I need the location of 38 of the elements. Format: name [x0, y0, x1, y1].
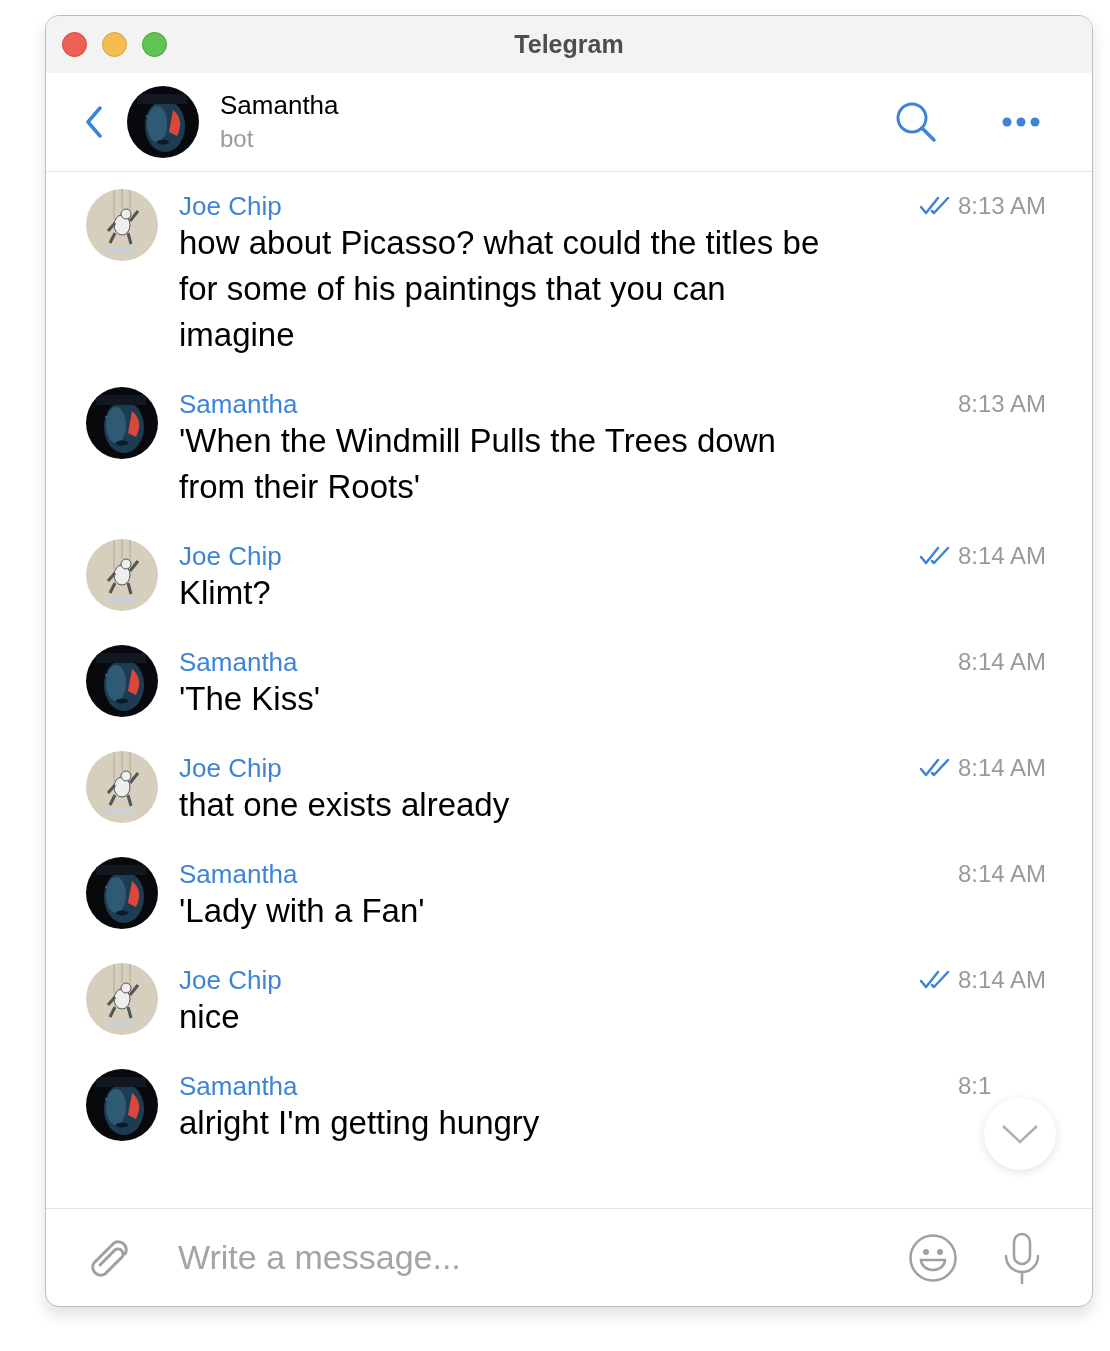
chat-status: bot: [220, 124, 255, 154]
message-time: 8:14 AM: [958, 754, 1048, 782]
message-time: 8:13 AM: [958, 192, 1048, 220]
message-input[interactable]: Write a message...: [178, 1232, 908, 1283]
zoom-button[interactable]: [142, 32, 167, 57]
search-icon[interactable]: [895, 101, 937, 143]
chevron-down-icon: [1001, 1124, 1039, 1144]
message-text: 'Lady with a Fan': [179, 891, 426, 931]
message-text: 'The Kiss': [179, 679, 321, 719]
chat-name: Samantha: [220, 89, 339, 122]
message-text: nice: [179, 997, 241, 1037]
message-time: 8:14 AM: [958, 860, 1048, 888]
minimize-button[interactable]: [102, 32, 127, 57]
sender-name[interactable]: Samantha: [179, 648, 920, 676]
close-button[interactable]: [62, 32, 87, 57]
message-time: 8:14 AM: [958, 542, 1048, 570]
message-text: that one exists already: [179, 785, 511, 825]
message-text: alright I'm getting hungry: [179, 1103, 541, 1143]
emoji-icon[interactable]: [908, 1232, 958, 1283]
window-title: Telegram: [514, 28, 624, 60]
message-text: how about Picasso? what could the titles be for some of his paintings that you can imagine: [179, 223, 821, 355]
scroll-down-button[interactable]: [984, 1098, 1056, 1170]
sender-name[interactable]: Joe Chip: [179, 542, 920, 570]
sender-name[interactable]: Joe Chip: [179, 966, 920, 994]
message-time: 8:14 AM: [958, 966, 1048, 994]
message-text: Klimt?: [179, 573, 272, 613]
message-time: 8:13 AM: [958, 390, 1048, 418]
sender-name[interactable]: Joe Chip: [179, 192, 920, 220]
message-time: 8:14 AM: [958, 648, 1048, 676]
message-text: 'When the Windmill Pulls the Trees down from their Roots': [179, 421, 777, 507]
sender-name[interactable]: Joe Chip: [179, 754, 920, 782]
sender-name[interactable]: Samantha: [179, 860, 920, 888]
microphone-icon[interactable]: [1002, 1231, 1042, 1284]
more-icon[interactable]: [1002, 117, 1040, 127]
sender-name[interactable]: Samantha: [179, 390, 920, 418]
back-icon[interactable]: [84, 106, 104, 138]
message-time: 8:1: [958, 1072, 993, 1100]
sender-name[interactable]: Samantha: [179, 1072, 920, 1100]
